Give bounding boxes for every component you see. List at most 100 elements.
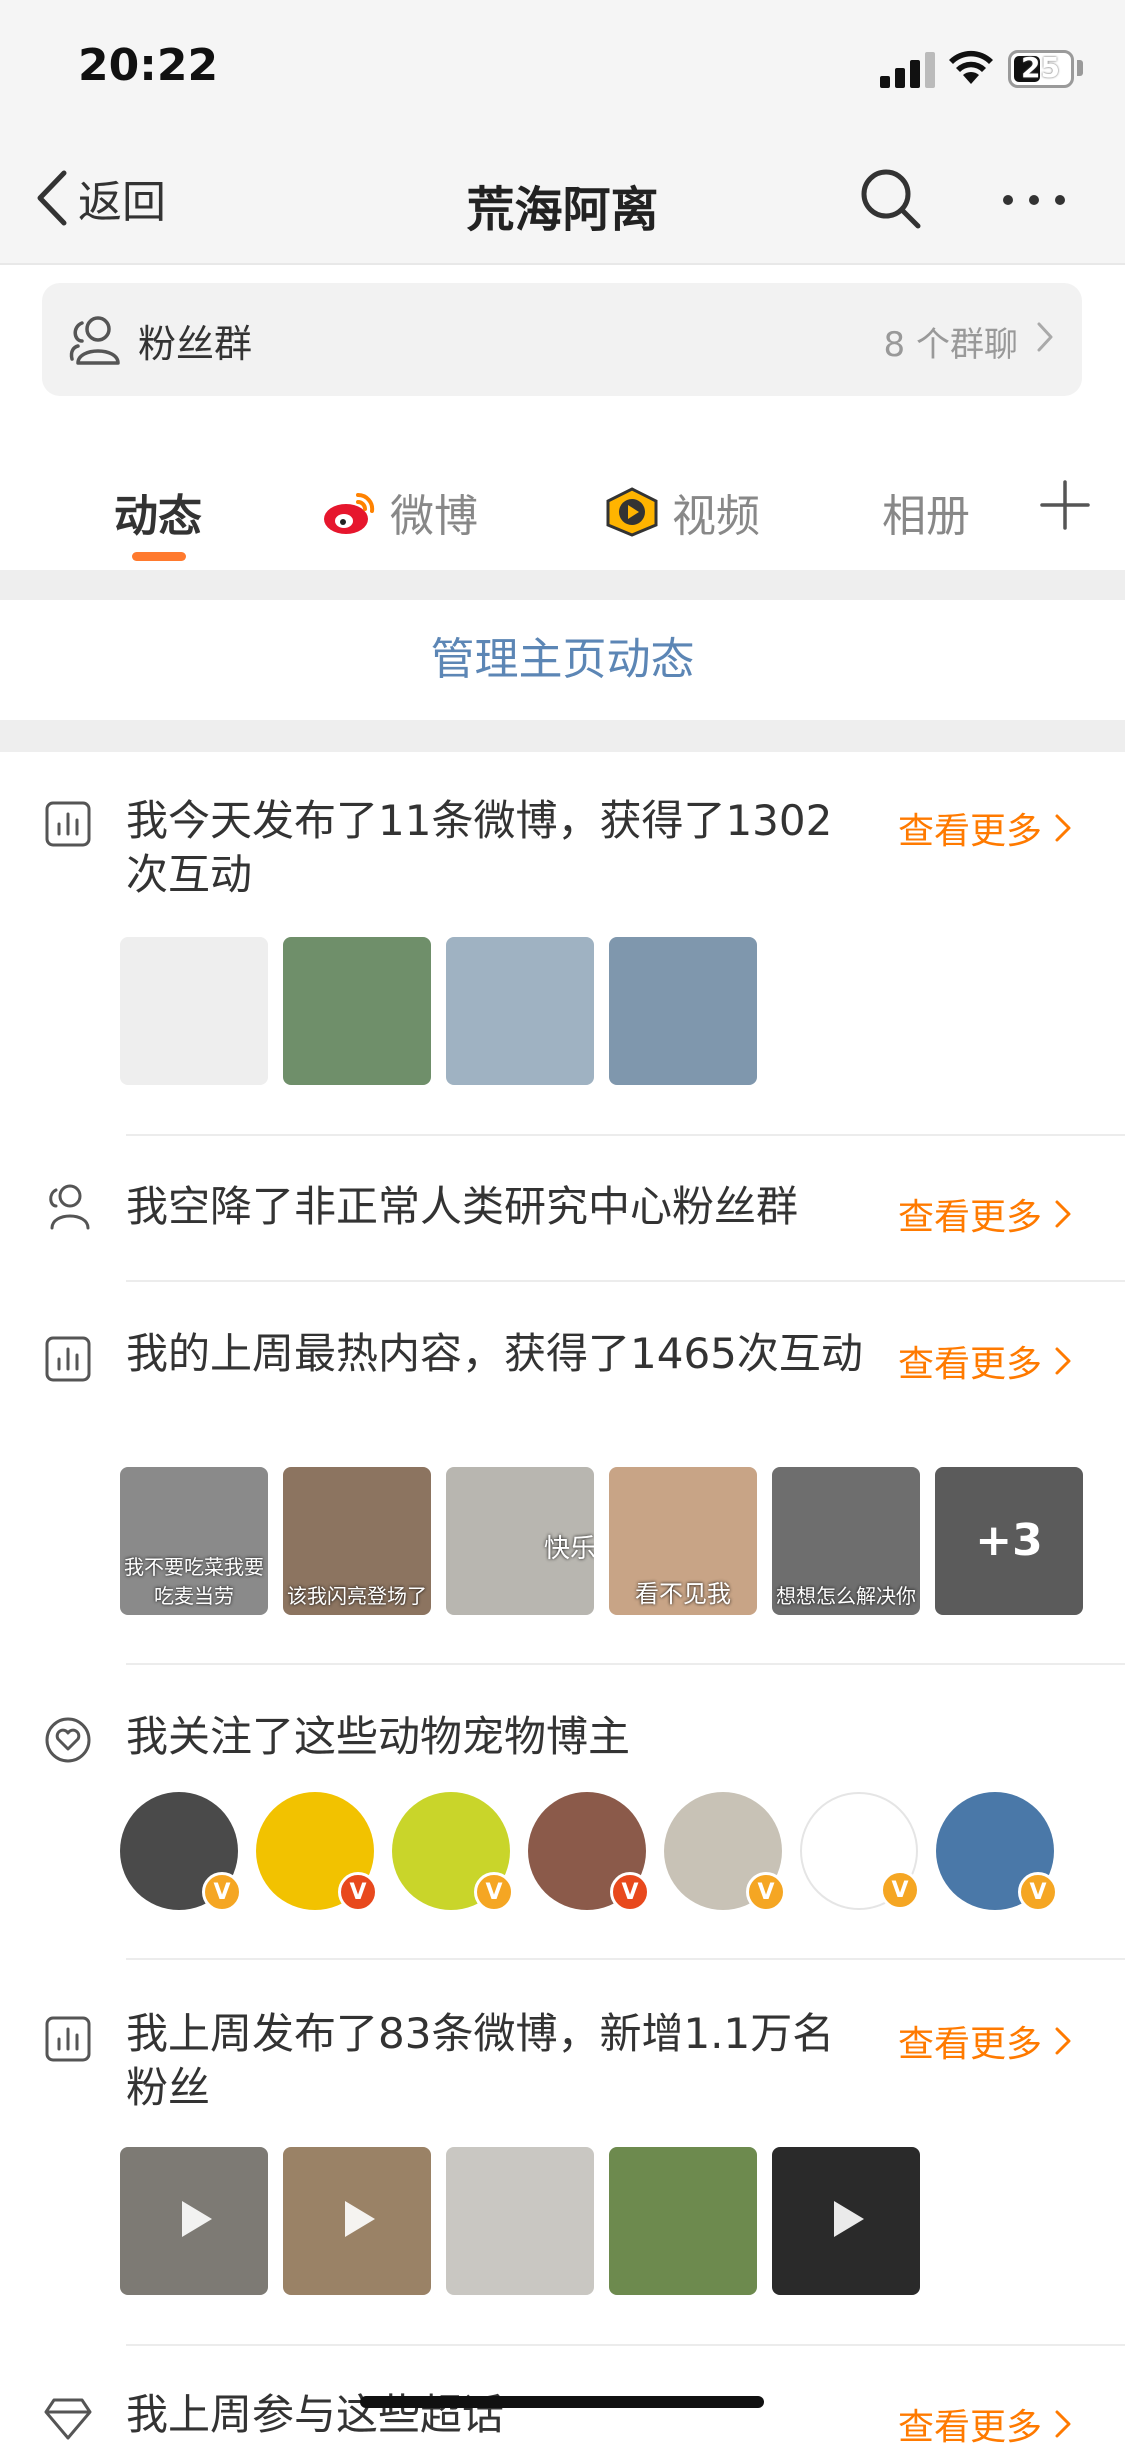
more-options-icon[interactable] (998, 176, 1070, 224)
thumbnail[interactable] (120, 937, 268, 1085)
avatar[interactable]: V (664, 1792, 786, 1912)
view-more-link[interactable]: 查看更多 (898, 2398, 1072, 2450)
manage-feed-button[interactable]: 管理主页动态 (0, 600, 1125, 720)
video-thumbnail-strip (120, 2147, 920, 2295)
video-thumbnail[interactable] (120, 2147, 268, 2295)
thumbnail-strip (120, 937, 757, 1085)
video-thumbnail[interactable] (446, 2147, 594, 2295)
view-more-label: 查看更多 (898, 1344, 1043, 1385)
battery-level: 25 (1021, 51, 1060, 84)
thumbnail[interactable] (609, 937, 757, 1085)
feed-item-text: 我关注了这些动物宠物博主 (126, 1712, 631, 1761)
verified-badge-icon: V (1018, 1872, 1058, 1912)
section-separator (0, 570, 1125, 600)
cellular-signal-icon (880, 52, 935, 88)
thumbnail-caption: 想想怎么解决你 (776, 1584, 916, 1608)
play-icon (345, 2201, 375, 2237)
thumbnail-more[interactable]: +3 (935, 1467, 1083, 1615)
thumbnail[interactable] (446, 937, 594, 1085)
status-time: 20:22 (78, 40, 219, 91)
verified-badge-icon: V (746, 1872, 786, 1912)
stats-icon (45, 801, 91, 847)
avatar[interactable]: V (392, 1792, 514, 1912)
tab-label: 相册 (882, 491, 970, 542)
chevron-right-icon (1055, 1200, 1071, 1228)
thumbnail-strip: 我不要吃菜我要吃麦当劳 该我闪亮登场了 快乐 看不见我 想想怎么解决你 +3 (120, 1467, 1083, 1615)
heart-icon (45, 1717, 91, 1763)
view-more-label: 查看更多 (898, 1197, 1043, 1238)
tab-video[interactable]: 视频 (604, 480, 760, 544)
view-more-link[interactable]: 查看更多 (898, 1188, 1072, 1240)
divider (126, 1958, 1125, 1960)
feed-item-text: 我今天发布了11条微博，获得了1302次互动 (126, 796, 833, 899)
tab-label: 动态 (114, 491, 202, 542)
avatar[interactable]: V (256, 1792, 378, 1912)
avatar[interactable]: V (936, 1792, 1058, 1912)
divider (126, 2344, 1125, 2346)
view-more-label: 查看更多 (898, 811, 1043, 852)
tab-weibo[interactable]: 微博 (322, 480, 478, 544)
blogger-avatars: V V V V V V V (120, 1792, 1058, 1912)
verified-badge-icon: V (474, 1872, 514, 1912)
view-more-link[interactable]: 查看更多 (898, 802, 1072, 854)
stats-icon (45, 2016, 91, 2062)
thumbnail-caption: 快乐 (543, 1534, 594, 1564)
divider (126, 1280, 1125, 1282)
play-icon (834, 2201, 864, 2237)
battery-icon: 25 (1008, 50, 1074, 88)
chevron-right-icon (1055, 1347, 1071, 1375)
battery-tip (1077, 60, 1083, 76)
tab-label: 视频 (672, 491, 760, 542)
view-more-link[interactable]: 查看更多 (898, 1335, 1072, 1387)
wifi-icon (949, 50, 993, 84)
fans-group-count: 8 个群聊 (883, 325, 1018, 365)
nav-bar: 返回 荒海阿离 (0, 140, 1125, 265)
verified-badge-icon: V (880, 1870, 920, 1910)
status-bar: 20:22 25 (0, 0, 1125, 140)
avatar[interactable]: V (800, 1792, 920, 1910)
divider (126, 1134, 1125, 1136)
video-thumbnail[interactable] (283, 2147, 431, 2295)
tab-label: 微博 (390, 491, 478, 542)
stats-icon (45, 1336, 91, 1382)
tab-feed[interactable]: 动态 (114, 480, 202, 544)
view-more-link[interactable]: 查看更多 (898, 2015, 1072, 2067)
chevron-right-icon (1055, 2027, 1071, 2055)
video-thumbnail[interactable] (609, 2147, 757, 2295)
view-more-label: 查看更多 (898, 2407, 1043, 2448)
chevron-right-icon (1037, 322, 1053, 352)
thumbnail[interactable]: 我不要吃菜我要吃麦当劳 (120, 1467, 268, 1615)
thumbnail[interactable]: 快乐 (446, 1467, 594, 1615)
video-play-icon (606, 487, 658, 537)
more-count: +3 (975, 1515, 1043, 1566)
tab-album[interactable]: 相册 (882, 480, 970, 544)
feed-item-text: 我的上周最热内容，获得了1465次互动 (126, 1329, 863, 1378)
tab-active-indicator (132, 552, 186, 561)
profile-tabs: 动态 微博 视频 相册 (0, 440, 1125, 570)
verified-badge-icon: V (610, 1872, 650, 1912)
verified-badge-icon: V (338, 1872, 378, 1912)
play-icon (182, 2201, 212, 2237)
thumbnail[interactable] (283, 937, 431, 1085)
search-icon[interactable] (858, 166, 924, 232)
thumbnail[interactable]: 看不见我 (609, 1467, 757, 1615)
avatar[interactable]: V (120, 1792, 242, 1912)
view-more-label: 查看更多 (898, 2024, 1043, 2065)
diamond-icon (44, 2398, 92, 2440)
weibo-logo-icon (324, 492, 375, 534)
thumbnail[interactable]: 想想怎么解决你 (772, 1467, 920, 1615)
section-separator (0, 720, 1125, 752)
chevron-right-icon (1055, 2410, 1071, 2438)
home-indicator (360, 2396, 764, 2408)
feed-item-text: 我空降了非正常人类研究中心粉丝群 (126, 1182, 799, 1231)
avatar[interactable]: V (528, 1792, 650, 1912)
thumbnail[interactable]: 该我闪亮登场了 (283, 1467, 431, 1615)
fans-group-row[interactable]: 粉丝群 8 个群聊 (42, 283, 1082, 396)
fans-group-icon (69, 316, 120, 365)
thumbnail-caption: 看不见我 (635, 1580, 731, 1608)
divider (126, 1663, 1125, 1665)
group-icon (49, 1184, 90, 1230)
video-thumbnail[interactable] (772, 2147, 920, 2295)
add-tab-icon[interactable] (1040, 480, 1090, 530)
thumbnail-caption: 该我闪亮登场了 (287, 1584, 427, 1608)
